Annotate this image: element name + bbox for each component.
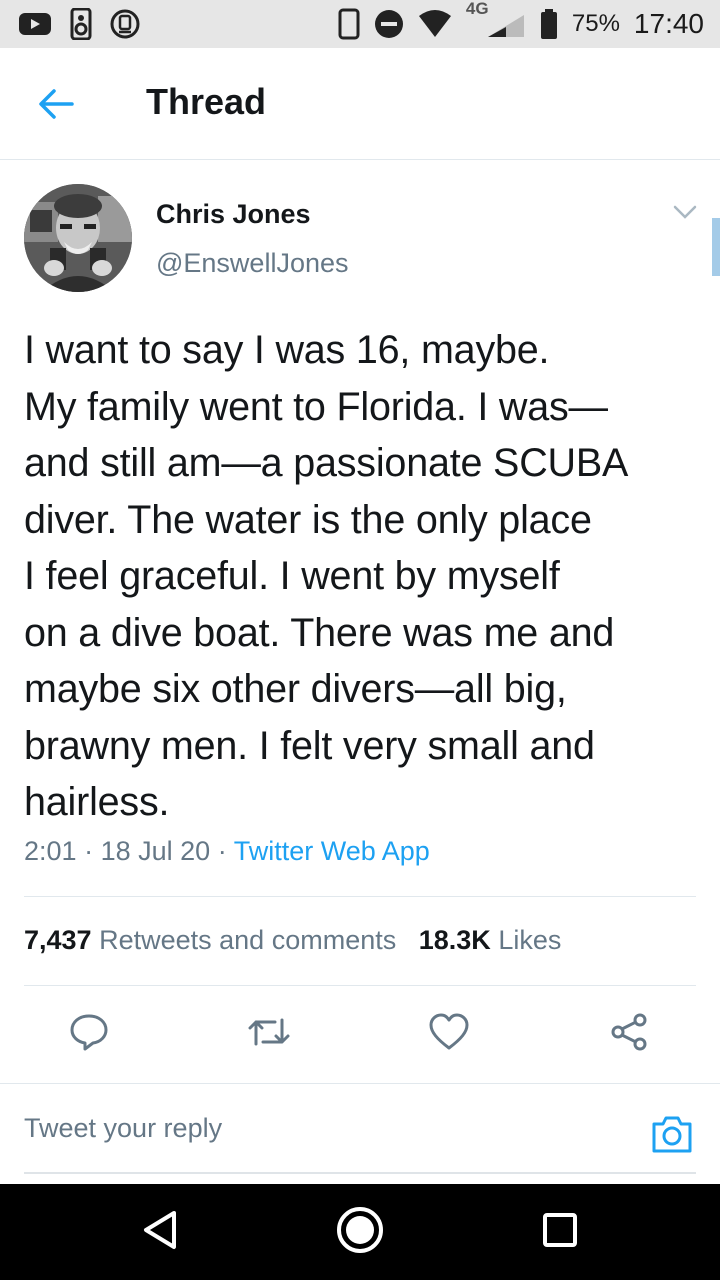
network-type: 4G	[465, 0, 489, 18]
arrow-left-icon	[34, 89, 78, 128]
circle-home-icon	[336, 1206, 384, 1259]
likes-count: 18.3K	[418, 925, 491, 955]
clock: 17:40	[633, 8, 704, 39]
thread-header: Thread	[0, 48, 720, 160]
tweet-time: 2:01	[24, 836, 77, 866]
meta-separator: ·	[217, 836, 227, 866]
meta-separator: ·	[84, 836, 94, 866]
likes-stat[interactable]: 18.3K Likes	[419, 925, 562, 955]
battery-icon	[540, 9, 558, 39]
share-icon	[609, 1012, 649, 1057]
reply-bar	[0, 1083, 720, 1184]
author-name[interactable]: Chris Jones	[156, 199, 311, 230]
reply-underline	[24, 1172, 696, 1174]
tweet-text: I want to say I was 16, maybe. My family…	[24, 328, 629, 824]
camera-icon	[650, 1116, 694, 1158]
share-button[interactable]	[607, 1012, 651, 1056]
divider	[24, 896, 696, 897]
status-bar: 4G 75% 17:40	[0, 0, 720, 48]
reply-input[interactable]	[24, 1102, 624, 1154]
avatar[interactable]	[24, 184, 132, 292]
tweet-date: 18 Jul 20	[100, 836, 211, 866]
like-button[interactable]	[427, 1012, 471, 1056]
retweets-count: 7,437	[24, 925, 92, 955]
do-not-disturb-icon	[374, 9, 404, 39]
phone-vibrate-icon	[338, 8, 360, 40]
tweet-metadata: 2:01 · 18 Jul 20 · Twitter Web App	[24, 836, 430, 867]
comment-icon	[69, 1012, 109, 1057]
retweet-icon	[247, 1014, 291, 1055]
page-title: Thread	[146, 81, 267, 122]
divider	[24, 985, 696, 986]
retweets-stat[interactable]: 7,437 Retweets and comments	[24, 925, 396, 955]
tweet-stats: 7,437 Retweets and comments 18.3K Likes	[24, 925, 561, 956]
back-button[interactable]	[34, 84, 78, 124]
speaker-icon	[70, 8, 92, 40]
retweet-button[interactable]	[247, 1012, 291, 1056]
nav-home-button[interactable]	[336, 1206, 384, 1259]
scrollbar[interactable]	[712, 218, 720, 276]
heart-icon	[429, 1013, 469, 1056]
system-nav-bar	[0, 1184, 720, 1280]
likes-label: Likes	[498, 925, 562, 955]
notification-app-icon	[110, 9, 140, 39]
battery-percent: 75%	[571, 10, 620, 37]
source-app-link[interactable]: Twitter Web App	[234, 836, 430, 866]
camera-button[interactable]	[650, 1114, 694, 1154]
author-handle[interactable]: @EnswellJones	[156, 248, 349, 279]
nav-back-button[interactable]	[136, 1208, 184, 1256]
retweets-label: Retweets and comments	[99, 925, 397, 955]
chevron-down-icon	[672, 205, 698, 226]
tweet-actions	[0, 1012, 720, 1058]
tweet-menu-button[interactable]	[672, 202, 698, 222]
signal-icon: 4G	[466, 0, 526, 39]
wifi-icon	[418, 10, 452, 38]
youtube-icon	[18, 11, 52, 37]
nav-recents-button[interactable]	[536, 1208, 584, 1256]
reply-button[interactable]	[67, 1012, 111, 1056]
square-recents-icon	[540, 1210, 580, 1255]
triangle-back-icon	[140, 1209, 180, 1256]
